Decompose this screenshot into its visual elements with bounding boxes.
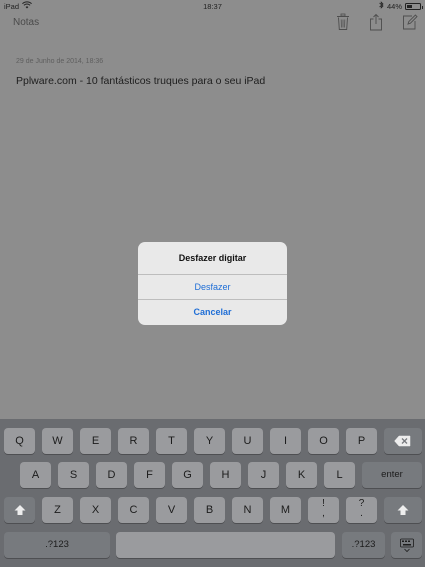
key-comma-label: ,: [322, 508, 325, 519]
space-key[interactable]: [116, 532, 335, 558]
battery-fill: [407, 5, 413, 8]
key-o[interactable]: O: [308, 428, 339, 454]
compose-icon[interactable]: [402, 13, 418, 36]
key-x[interactable]: X: [80, 497, 111, 523]
cancel-button[interactable]: Cancelar: [138, 300, 287, 325]
shift-key-right[interactable]: [384, 497, 422, 523]
backspace-key[interactable]: [384, 428, 422, 454]
key-c[interactable]: C: [118, 497, 149, 523]
keyboard-hide-icon: [391, 532, 422, 558]
key-l[interactable]: L: [324, 462, 355, 488]
backspace-icon: [384, 428, 422, 454]
nav-bar: Notas: [0, 13, 425, 35]
key-g[interactable]: G: [172, 462, 203, 488]
key-i[interactable]: I: [270, 428, 301, 454]
key-t[interactable]: T: [156, 428, 187, 454]
key-p[interactable]: P: [346, 428, 377, 454]
battery-icon: [405, 3, 423, 10]
key-z[interactable]: Z: [42, 497, 73, 523]
notas-back-button[interactable]: Notas: [13, 17, 39, 28]
shift-key-left[interactable]: [4, 497, 35, 523]
key-question-period[interactable]: ? .: [346, 497, 377, 523]
undo-button[interactable]: Desfazer: [138, 275, 287, 300]
key-y[interactable]: Y: [194, 428, 225, 454]
shift-icon: [4, 497, 35, 523]
key-j[interactable]: J: [248, 462, 279, 488]
bluetooth-icon: [379, 0, 384, 13]
numbers-key-left[interactable]: .?123: [4, 532, 110, 558]
key-s[interactable]: S: [58, 462, 89, 488]
status-right: 44%: [379, 0, 423, 13]
key-u[interactable]: U: [232, 428, 263, 454]
key-r[interactable]: R: [118, 428, 149, 454]
alert-title: Desfazer digitar: [138, 242, 287, 275]
numbers-key-right[interactable]: .?123: [342, 532, 385, 558]
battery-percent: 44%: [386, 2, 402, 11]
key-n[interactable]: N: [232, 497, 263, 523]
keyboard: Q W E R T Y U I O P A S D F G H J K L en…: [0, 419, 425, 567]
key-m[interactable]: M: [270, 497, 301, 523]
status-bar: iPad 18:37 44%: [0, 0, 425, 13]
dismiss-keyboard-key[interactable]: [391, 532, 422, 558]
key-v[interactable]: V: [156, 497, 187, 523]
key-q[interactable]: Q: [4, 428, 35, 454]
enter-key[interactable]: enter: [362, 462, 422, 488]
key-h[interactable]: H: [210, 462, 241, 488]
status-time: 18:37: [203, 2, 222, 11]
note-date: 29 de Junho de 2014, 18:36: [16, 58, 104, 65]
key-f[interactable]: F: [134, 462, 165, 488]
undo-typing-alert: Desfazer digitar Desfazer Cancelar: [138, 242, 287, 325]
key-a[interactable]: A: [20, 462, 51, 488]
key-exclaim-comma[interactable]: ! ,: [308, 497, 339, 523]
share-icon[interactable]: [369, 13, 383, 36]
trash-icon[interactable]: [336, 13, 350, 36]
note-text[interactable]: Pplware.com - 10 fantásticos truques par…: [16, 75, 265, 87]
key-k[interactable]: K: [286, 462, 317, 488]
shift-icon: [384, 497, 422, 523]
key-e[interactable]: E: [80, 428, 111, 454]
key-d[interactable]: D: [96, 462, 127, 488]
key-b[interactable]: B: [194, 497, 225, 523]
key-period-label: .: [360, 508, 363, 519]
key-w[interactable]: W: [42, 428, 73, 454]
